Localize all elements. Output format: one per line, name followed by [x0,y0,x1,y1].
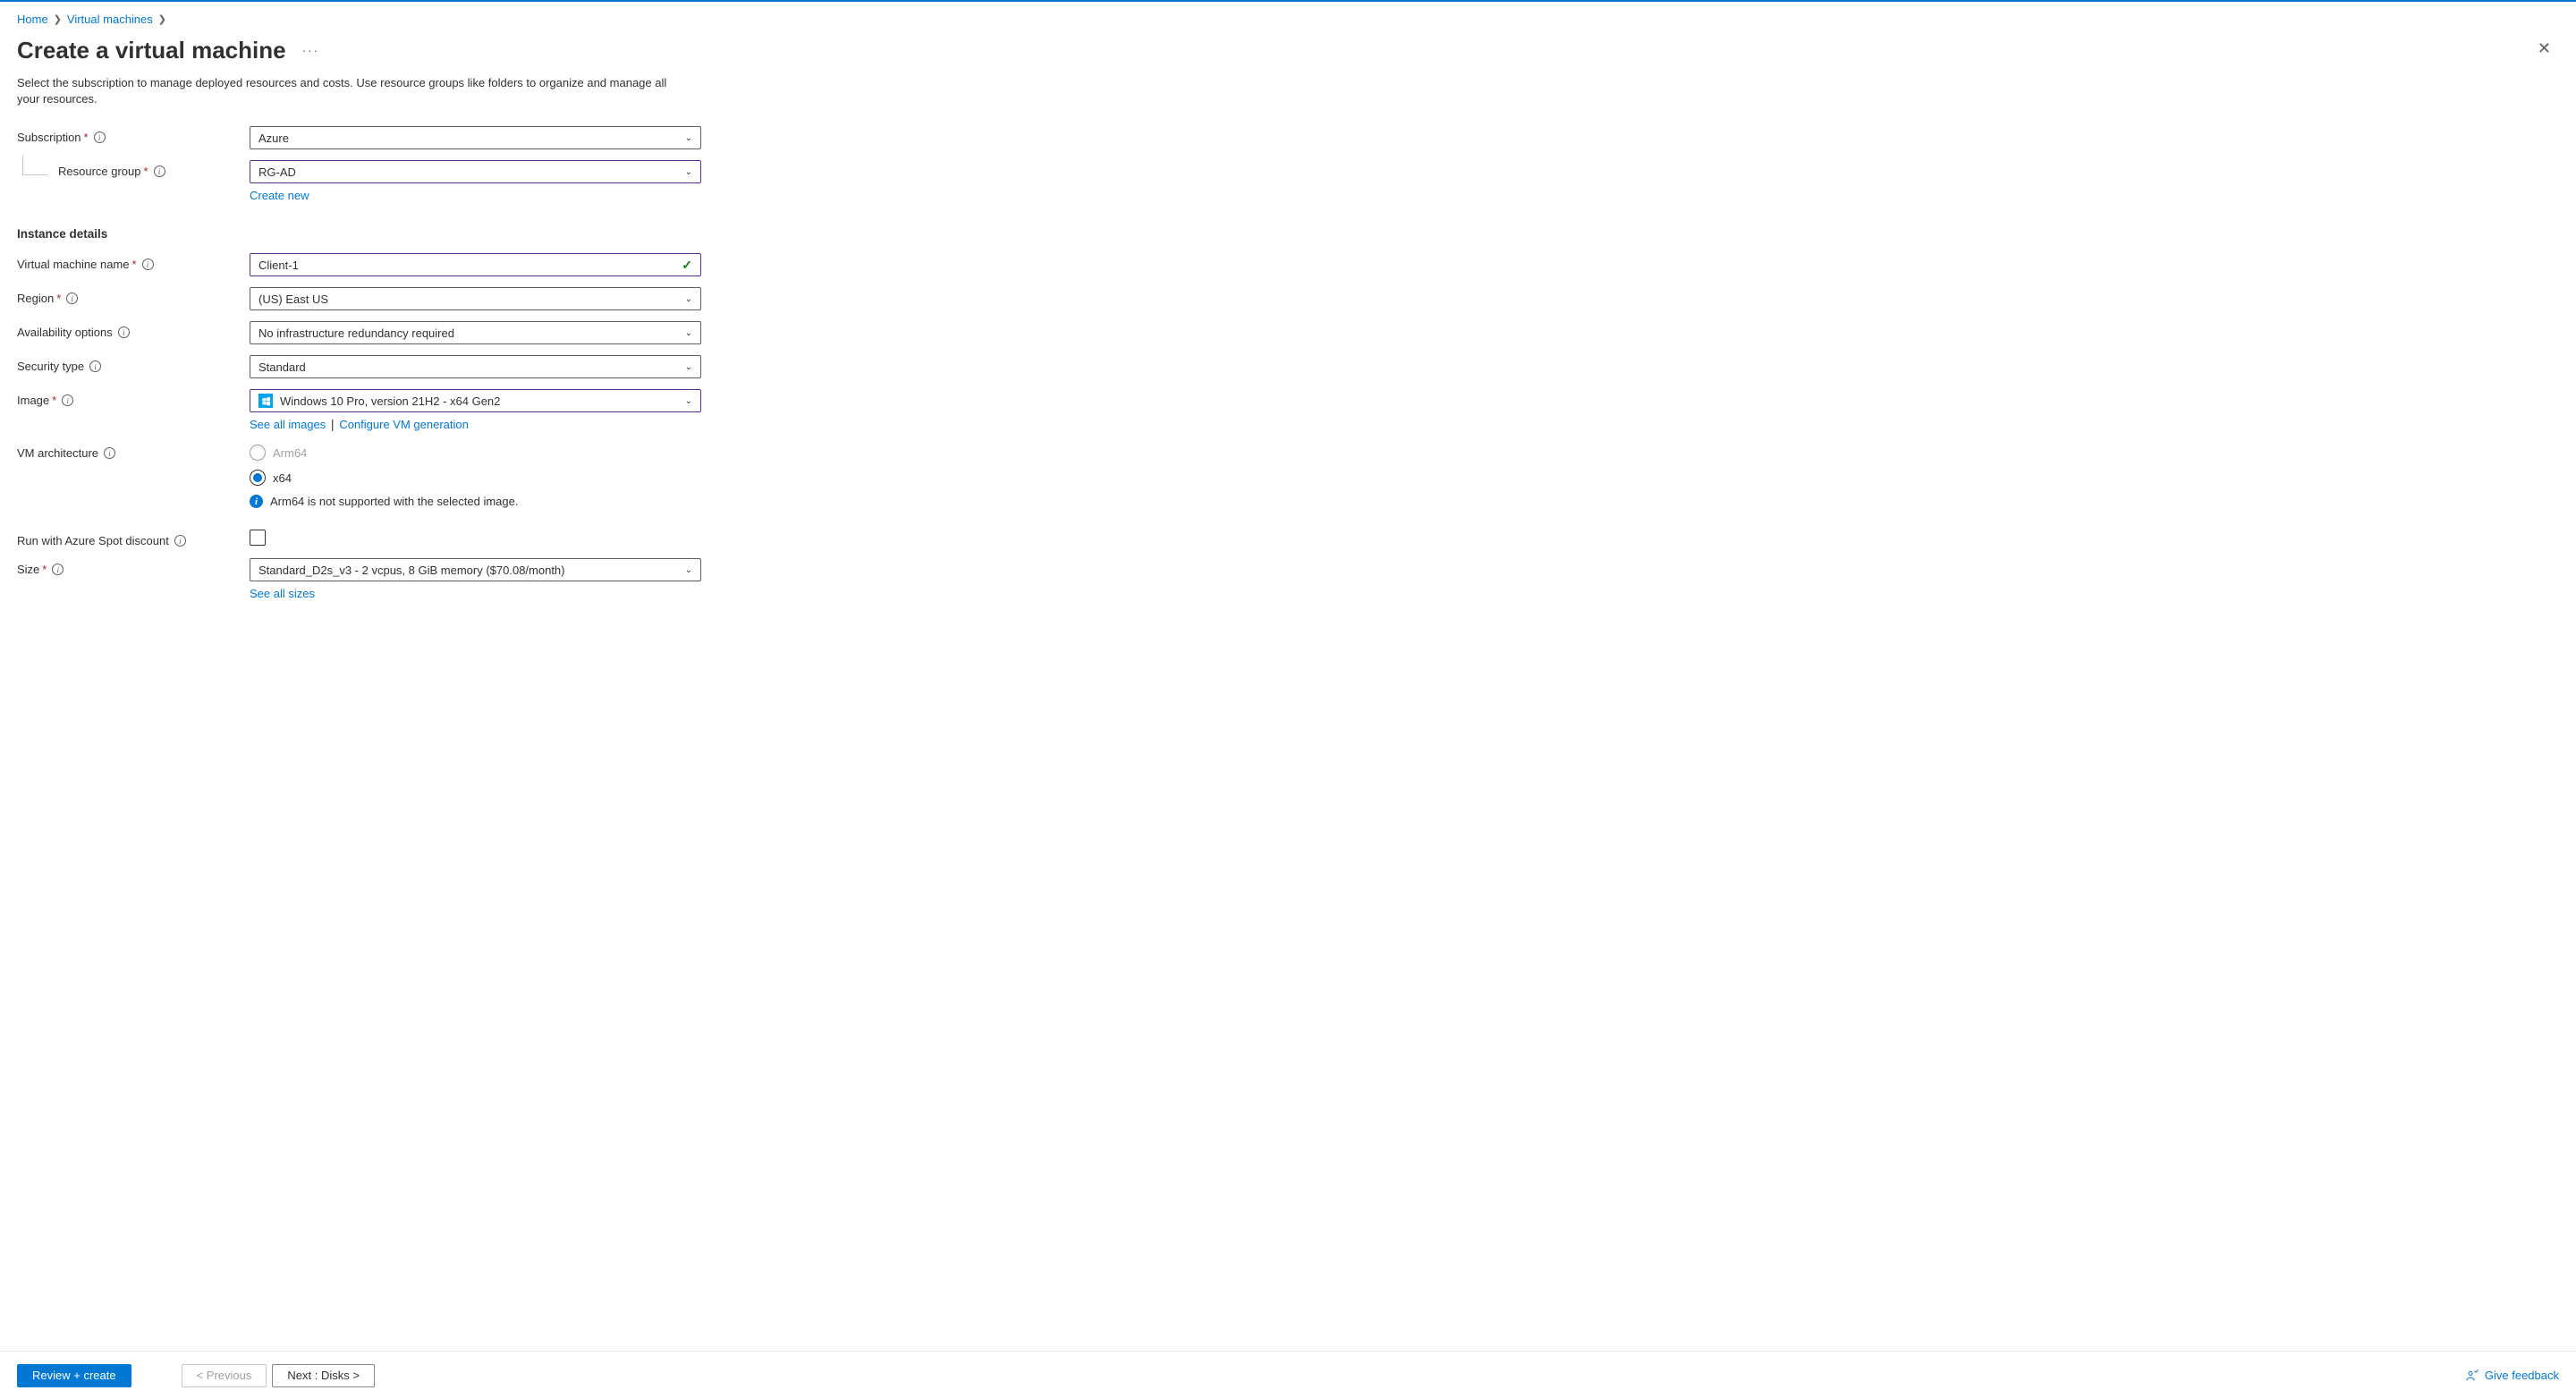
subscription-label: Subscription* i [17,126,250,144]
chevron-down-icon: ⌄ [685,133,692,143]
feedback-icon [2465,1369,2479,1383]
security-type-label: Security type i [17,355,250,373]
vm-architecture-label: VM architecture i [17,442,250,460]
spot-discount-checkbox[interactable] [250,530,266,546]
page-title: Create a virtual machine [17,37,286,64]
info-icon[interactable]: i [94,131,106,143]
description-text: Select the subscription to manage deploy… [17,75,688,106]
chevron-down-icon: ⌄ [685,328,692,338]
next-button[interactable]: Next : Disks > [272,1364,375,1387]
arch-arm64-radio: Arm64 [250,445,701,461]
region-label: Region* i [17,287,250,305]
spot-discount-label: Run with Azure Spot discount i [17,530,250,547]
create-new-link[interactable]: Create new [250,189,309,202]
chevron-down-icon: ⌄ [685,396,692,406]
info-icon[interactable]: i [154,165,165,177]
size-select[interactable]: Standard_D2s_v3 - 2 vcpus, 8 GiB memory … [250,558,701,581]
breadcrumb: Home ❯ Virtual machines ❯ [17,13,2559,26]
vm-name-input[interactable]: Client-1 ✓ [250,253,701,276]
checkmark-icon: ✓ [682,258,692,273]
region-select[interactable]: (US) East US ⌄ [250,287,701,310]
info-icon[interactable]: i [142,259,154,270]
resource-group-label: Resource group* i [58,160,250,178]
chevron-down-icon: ⌄ [685,565,692,575]
previous-button: < Previous [182,1364,267,1387]
info-circle-icon: i [250,495,263,508]
chevron-right-icon: ❯ [158,13,166,25]
see-all-images-link[interactable]: See all images [250,418,326,431]
breadcrumb-home[interactable]: Home [17,13,48,26]
review-create-button[interactable]: Review + create [17,1364,131,1387]
chevron-right-icon: ❯ [54,13,62,25]
configure-vm-gen-link[interactable]: Configure VM generation [339,418,469,431]
arch-x64-radio[interactable]: x64 [250,470,701,486]
availability-label: Availability options i [17,321,250,339]
chevron-down-icon: ⌄ [685,167,692,177]
info-icon[interactable]: i [62,394,73,406]
info-icon[interactable]: i [66,293,78,304]
chevron-down-icon: ⌄ [685,294,692,304]
availability-select[interactable]: No infrastructure redundancy required ⌄ [250,321,701,344]
breadcrumb-vms[interactable]: Virtual machines [67,13,153,26]
vm-name-label: Virtual machine name* i [17,253,250,271]
info-icon[interactable]: i [118,326,130,338]
image-select[interactable]: Windows 10 Pro, version 21H2 - x64 Gen2 … [250,389,701,412]
size-label: Size* i [17,558,250,576]
give-feedback-link[interactable]: Give feedback [2465,1369,2559,1383]
info-icon[interactable]: i [104,447,115,459]
info-icon[interactable]: i [174,535,186,547]
info-icon[interactable]: i [89,360,101,372]
arch-info-message: i Arm64 is not supported with the select… [250,495,701,508]
more-actions-button[interactable]: ··· [302,44,320,57]
info-icon[interactable]: i [52,564,64,575]
resource-group-select[interactable]: RG-AD ⌄ [250,160,701,183]
windows-icon [258,394,273,408]
subscription-select[interactable]: Azure ⌄ [250,126,701,149]
instance-details-heading: Instance details [17,227,724,241]
close-button[interactable]: ✕ [2538,39,2551,58]
chevron-down-icon: ⌄ [685,362,692,372]
see-all-sizes-link[interactable]: See all sizes [250,587,315,600]
image-label: Image* i [17,389,250,407]
security-type-select[interactable]: Standard ⌄ [250,355,701,378]
